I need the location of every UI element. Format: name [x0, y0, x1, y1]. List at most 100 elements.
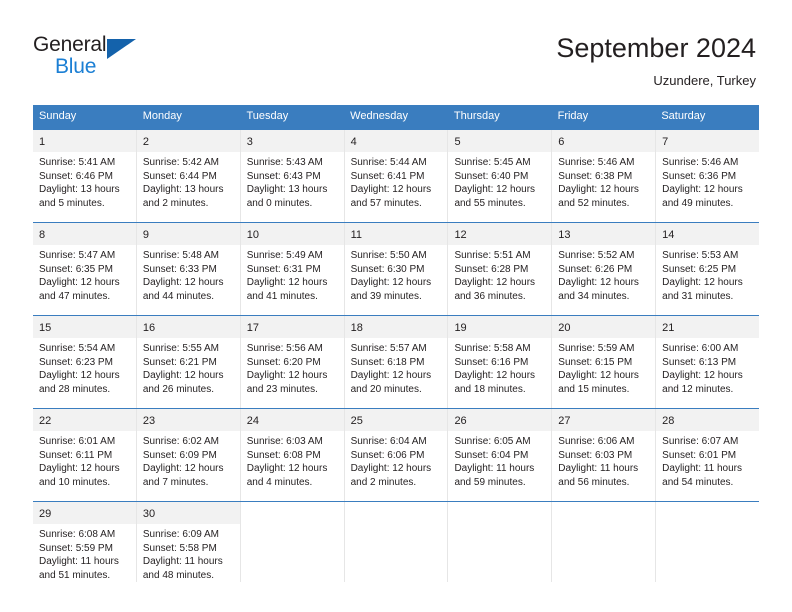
calendar-day-cell[interactable]: 29 Sunrise: 6:08 AM Sunset: 5:59 PM Dayligh…	[33, 502, 137, 583]
calendar-day-cell[interactable]: 22 Sunrise: 6:01 AM Sunset: 6:11 PM Dayligh…	[33, 409, 137, 501]
page-header: General Blue September 2024 Uzundere, Tu…	[0, 0, 792, 90]
calendar-day-cell[interactable]: 16 Sunrise: 5:55 AM Sunset: 6:21 PM Dayligh…	[136, 316, 241, 408]
calendar-day-cell[interactable]: 21 Sunrise: 6:00 AM Sunset: 6:13 PM Dayligh…	[656, 316, 760, 408]
calendar-day-cell[interactable]: 18 Sunrise: 5:57 AM Sunset: 6:18 PM Dayligh…	[344, 316, 449, 408]
calendar-day-cell[interactable]: 1 Sunrise: 5:41 AM Sunset: 6:46 PM Daylight…	[33, 130, 137, 222]
daylight-text-line2: and 47 minutes.	[39, 290, 111, 302]
calendar-day-cell[interactable]: 3 Sunrise: 5:43 AM Sunset: 6:43 PM Daylight…	[240, 130, 345, 222]
day-sun-info: Sunrise: 6:01 AM Sunset: 6:11 PM Daylight:…	[33, 431, 136, 489]
daylight-text-line2: and 39 minutes.	[350, 290, 422, 302]
calendar-day-cell[interactable]: 19 Sunrise: 5:58 AM Sunset: 6:16 PM Dayligh…	[448, 316, 553, 408]
day-number-band: 17	[240, 316, 344, 338]
sunrise-text: Sunrise: 6:06 AM	[558, 436, 635, 447]
day-sun-info: Sunrise: 6:02 AM Sunset: 6:09 PM Daylight:…	[137, 431, 240, 489]
sunset-text: Sunset: 6:36 PM	[662, 170, 737, 182]
calendar-day-cell[interactable]: 10 Sunrise: 5:49 AM Sunset: 6:31 PM Dayligh…	[240, 223, 345, 315]
calendar-day-cell[interactable]: 4 Sunrise: 5:44 AM Sunset: 6:41 PM Daylight…	[344, 130, 449, 222]
calendar-day-cell[interactable]: 25 Sunrise: 6:04 AM Sunset: 6:06 PM Dayligh…	[344, 409, 449, 501]
calendar-day-cell[interactable]: 14 Sunrise: 5:53 AM Sunset: 6:25 PM Dayligh…	[656, 223, 760, 315]
day-sun-info: Sunrise: 5:44 AM Sunset: 6:41 PM Daylight:…	[345, 152, 448, 210]
sunrise-text: Sunrise: 5:52 AM	[558, 250, 635, 261]
sunrise-text: Sunrise: 5:41 AM	[39, 157, 116, 168]
calendar-day-cell-empty	[240, 502, 345, 583]
calendar-day-cell[interactable]: 23 Sunrise: 6:02 AM Sunset: 6:09 PM Dayligh…	[136, 409, 241, 501]
daylight-text-line2: and 31 minutes.	[662, 290, 734, 302]
day-number-band: 25	[344, 409, 448, 431]
day-sun-info: Sunrise: 5:55 AM Sunset: 6:21 PM Daylight:…	[137, 338, 240, 396]
calendar-day-cell[interactable]: 28 Sunrise: 6:07 AM Sunset: 6:01 PM Dayligh…	[656, 409, 760, 501]
calendar-day-cell[interactable]: 26 Sunrise: 6:05 AM Sunset: 6:04 PM Dayligh…	[448, 409, 553, 501]
day-number-band: 12	[448, 223, 552, 245]
calendar-page: General Blue September 2024 Uzundere, Tu…	[0, 0, 792, 612]
day-number-band: 21	[656, 316, 760, 338]
sunrise-text: Sunrise: 5:54 AM	[39, 343, 116, 354]
weekday-header-saturday: Saturday	[661, 110, 706, 122]
calendar-day-cell[interactable]: 8 Sunrise: 5:47 AM Sunset: 6:35 PM Daylight…	[33, 223, 137, 315]
daylight-text-line1: Daylight: 12 hours	[39, 370, 120, 382]
calendar-day-cell[interactable]: 2 Sunrise: 5:42 AM Sunset: 6:44 PM Daylight…	[136, 130, 241, 222]
sunset-text: Sunset: 6:11 PM	[39, 449, 113, 461]
calendar-day-cell[interactable]: 15 Sunrise: 5:54 AM Sunset: 6:23 PM Dayligh…	[33, 316, 137, 408]
calendar-day-cell[interactable]: 24 Sunrise: 6:03 AM Sunset: 6:08 PM Dayligh…	[240, 409, 345, 501]
day-number-band: 23	[136, 409, 240, 431]
daylight-text-line2: and 51 minutes.	[39, 569, 111, 581]
day-number: 12	[454, 229, 467, 241]
sunset-text: Sunset: 6:04 PM	[454, 449, 529, 461]
calendar-day-cell[interactable]: 6 Sunrise: 5:46 AM Sunset: 6:38 PM Daylight…	[552, 130, 657, 222]
sunset-text: Sunset: 6:40 PM	[454, 170, 529, 182]
day-number-band: 2	[136, 130, 240, 152]
day-sun-info: Sunrise: 5:43 AM Sunset: 6:43 PM Daylight:…	[241, 152, 344, 210]
sunrise-text: Sunrise: 6:01 AM	[39, 436, 116, 447]
day-number-band: 7	[656, 130, 760, 152]
calendar-day-cell-empty	[448, 502, 553, 583]
sunrise-text: Sunrise: 5:43 AM	[246, 157, 323, 168]
sunrise-text: Sunrise: 5:56 AM	[246, 343, 323, 354]
day-sun-info: Sunrise: 5:54 AM Sunset: 6:23 PM Daylight:…	[33, 338, 136, 396]
day-number-band: 13	[552, 223, 656, 245]
calendar-day-cell[interactable]: 13 Sunrise: 5:52 AM Sunset: 6:26 PM Dayligh…	[552, 223, 657, 315]
calendar-day-cell[interactable]: 17 Sunrise: 5:56 AM Sunset: 6:20 PM Dayligh…	[240, 316, 345, 408]
calendar-day-cell-empty	[552, 502, 657, 583]
daylight-text-line2: and 5 minutes.	[39, 197, 105, 209]
sunset-text: Sunset: 6:18 PM	[350, 356, 425, 368]
calendar-day-cell[interactable]: 12 Sunrise: 5:51 AM Sunset: 6:28 PM Dayligh…	[448, 223, 553, 315]
sunset-text: Sunset: 6:28 PM	[454, 263, 529, 275]
daylight-text-line2: and 28 minutes.	[39, 383, 111, 395]
sunrise-text: Sunrise: 6:08 AM	[39, 529, 116, 540]
calendar-day-cell[interactable]: 20 Sunrise: 5:59 AM Sunset: 6:15 PM Dayligh…	[552, 316, 657, 408]
day-number: 10	[246, 229, 259, 241]
day-number: 26	[454, 415, 467, 427]
daylight-text-line1: Daylight: 13 hours	[39, 184, 120, 196]
calendar-day-cell[interactable]: 27 Sunrise: 6:06 AM Sunset: 6:03 PM Dayligh…	[552, 409, 657, 501]
sunset-text: Sunset: 6:46 PM	[39, 170, 113, 182]
daylight-text-line1: Daylight: 12 hours	[350, 463, 432, 475]
daylight-text-line2: and 44 minutes.	[142, 290, 215, 302]
day-sun-info: Sunrise: 5:45 AM Sunset: 6:40 PM Daylight:…	[448, 152, 551, 210]
day-number-band: 6	[552, 130, 656, 152]
calendar-day-cell[interactable]: 30 Sunrise: 6:09 AM Sunset: 5:58 PM Dayligh…	[136, 502, 241, 583]
daylight-text-line2: and 34 minutes.	[558, 290, 630, 302]
daylight-text-line1: Daylight: 12 hours	[39, 277, 120, 289]
daylight-text-line1: Daylight: 12 hours	[662, 277, 743, 289]
daylight-text-line1: Daylight: 12 hours	[662, 184, 743, 196]
calendar-day-cell[interactable]: 9 Sunrise: 5:48 AM Sunset: 6:33 PM Daylight…	[136, 223, 241, 315]
day-number-band: 30	[136, 502, 240, 524]
calendar-day-cell[interactable]: 5 Sunrise: 5:45 AM Sunset: 6:40 PM Daylight…	[448, 130, 553, 222]
day-sun-info: Sunrise: 6:07 AM Sunset: 6:01 PM Daylight:…	[656, 431, 759, 489]
calendar-day-cell[interactable]: 7 Sunrise: 5:46 AM Sunset: 6:36 PM Daylight…	[656, 130, 760, 222]
day-sun-info	[448, 519, 551, 523]
day-number-band: 8	[33, 223, 136, 245]
day-number-band	[552, 502, 656, 519]
daylight-text-line1: Daylight: 12 hours	[350, 184, 432, 196]
day-number-band: 11	[344, 223, 448, 245]
day-sun-info: Sunrise: 6:04 AM Sunset: 6:06 PM Daylight:…	[345, 431, 448, 489]
day-number: 5	[454, 136, 461, 148]
generalblue-logo[interactable]: General Blue	[33, 30, 153, 82]
calendar-day-cell[interactable]: 11 Sunrise: 5:50 AM Sunset: 6:30 PM Dayligh…	[344, 223, 449, 315]
sunrise-text: Sunrise: 5:42 AM	[142, 157, 220, 168]
calendar-week-row: 15 Sunrise: 5:54 AM Sunset: 6:23 PM Dayligh…	[33, 315, 760, 408]
day-number: 8	[39, 229, 46, 241]
day-number-band: 16	[136, 316, 240, 338]
day-sun-info: Sunrise: 6:08 AM Sunset: 5:59 PM Daylight:…	[33, 524, 136, 582]
day-number: 28	[662, 415, 675, 427]
